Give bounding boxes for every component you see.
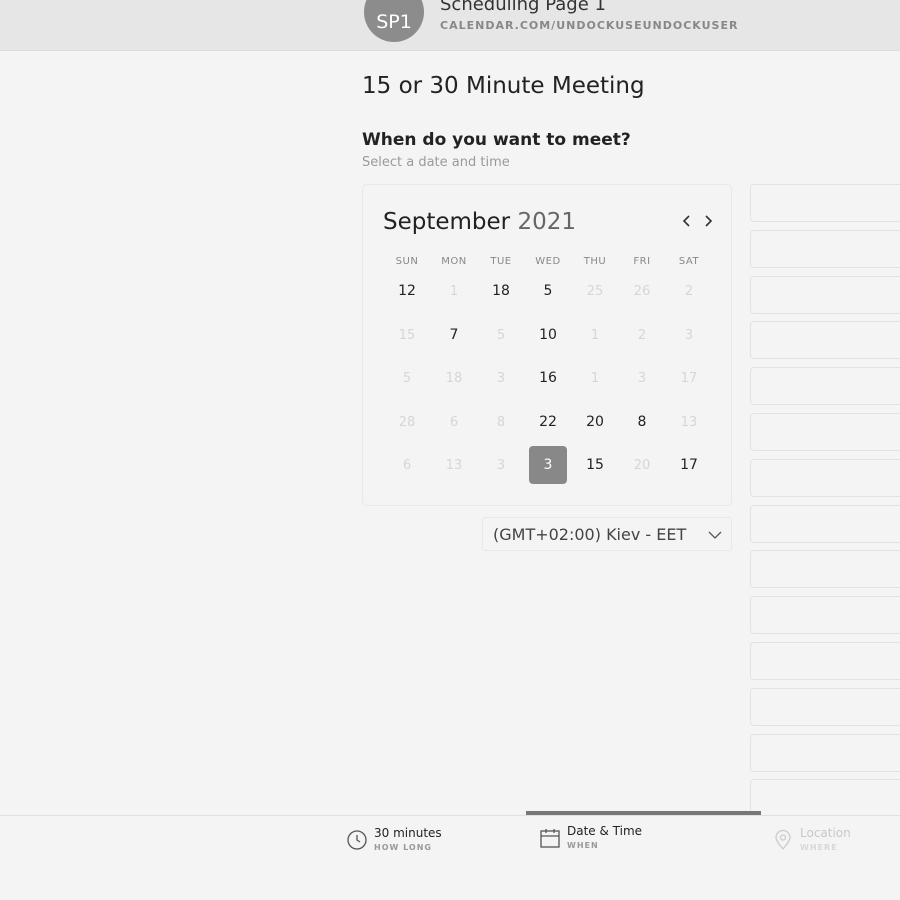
calendar-day: 1 (449, 283, 459, 299)
timezone-value: (GMT+02:00) Kiev - EET (493, 524, 687, 544)
weekday-label: SAT (678, 256, 700, 267)
calendar-day[interactable]: 16 (529, 359, 567, 397)
calendar-month: September (383, 209, 511, 235)
location-pin-icon (775, 829, 791, 851)
time-slot-button[interactable] (750, 642, 900, 680)
time-slot-button[interactable] (750, 687, 900, 726)
step-location-label: Location (800, 826, 851, 840)
question-heading: When do you want to meet? (362, 130, 631, 150)
calendar-day[interactable]: 5 (529, 272, 567, 310)
time-slot-button[interactable] (750, 367, 900, 406)
step-date-time-caption: WHEN (567, 841, 599, 850)
calendar-day[interactable]: 12 (388, 272, 426, 310)
question-subtitle: Select a date and time (362, 155, 510, 170)
calendar-day: 28 (398, 414, 416, 430)
scheduling-page-name: Scheduling Page 1 (440, 0, 606, 15)
clock-icon (347, 830, 367, 850)
step-date-time-label: Date & Time (567, 824, 643, 838)
weekday-label: FRI (633, 256, 651, 267)
time-slot-button[interactable] (750, 229, 900, 268)
time-slot-button[interactable] (750, 413, 900, 451)
active-step-indicator (526, 811, 761, 815)
calendar-day: 8 (496, 414, 506, 430)
calendar-day[interactable]: 22 (529, 403, 567, 441)
calendar-day: 3 (637, 370, 647, 386)
next-month-button[interactable] (700, 211, 716, 231)
calendar-day: 2 (684, 283, 694, 299)
calendar-day: 5 (496, 327, 506, 343)
time-slot-button[interactable] (750, 184, 900, 222)
calendar-day: 20 (633, 457, 651, 473)
calendar-day[interactable]: 15 (576, 446, 614, 484)
prev-month-button[interactable] (679, 211, 695, 231)
avatar: SP1 (364, 0, 424, 42)
calendar-icon (540, 829, 560, 848)
calendar-day: 1 (590, 370, 600, 386)
step-duration-caption: HOW LONG (374, 843, 432, 852)
weekday-label: WED (535, 256, 561, 267)
step-footer (0, 815, 900, 900)
scheduling-page-url[interactable]: CALENDAR.COM/UNDOCKUSEUNDOCKUSER (440, 19, 738, 32)
calendar-day[interactable]: 7 (435, 316, 473, 354)
step-location-caption: WHERE (800, 843, 838, 852)
calendar-day[interactable]: 8 (623, 403, 661, 441)
chevron-down-icon (708, 531, 722, 539)
weekday-label: TUE (490, 256, 512, 267)
timezone-select[interactable]: (GMT+02:00) Kiev - EET (482, 517, 732, 551)
calendar-day-selected[interactable]: 3 (529, 446, 567, 484)
calendar-day[interactable]: 18 (482, 272, 520, 310)
weekday-label: THU (583, 256, 607, 267)
calendar-day: 1 (590, 327, 600, 343)
chevron-right-icon (705, 215, 713, 227)
calendar-day: 17 (680, 370, 698, 386)
calendar-day: 5 (402, 370, 412, 386)
time-slot-button[interactable] (750, 458, 900, 497)
chevron-left-icon (682, 215, 690, 227)
calendar-day: 26 (633, 283, 651, 299)
calendar-day: 18 (445, 370, 463, 386)
time-slot-button[interactable] (750, 550, 900, 589)
calendar-day: 6 (402, 457, 412, 473)
calendar-panel: September 2021 SUN MON TUE WED THU FRI SAT 12 1… (362, 184, 732, 506)
time-slot-button[interactable] (750, 321, 900, 360)
time-slot-button[interactable] (750, 275, 900, 314)
calendar-day: 25 (586, 283, 604, 299)
calendar-month-label: September 2021 (383, 209, 576, 235)
calendar-day: 2 (637, 327, 647, 343)
calendar-day: 3 (496, 370, 506, 386)
calendar-day: 3 (684, 327, 694, 343)
weekday-label: SUN (395, 256, 419, 267)
calendar-year: 2021 (517, 209, 576, 235)
calendar-day[interactable]: 17 (670, 446, 708, 484)
page-header: SP1 Scheduling Page 1 CALENDAR.COM/UNDOC… (0, 0, 900, 51)
calendar-day[interactable]: 20 (576, 403, 614, 441)
time-slot-button[interactable] (750, 504, 900, 543)
step-duration-label: 30 minutes (374, 826, 442, 840)
calendar-day: 13 (445, 457, 463, 473)
time-slot-button[interactable] (750, 779, 900, 818)
time-slot-button[interactable] (750, 733, 900, 772)
calendar-day[interactable]: 10 (529, 316, 567, 354)
calendar-day: 3 (496, 457, 506, 473)
time-slot-button[interactable] (750, 596, 900, 635)
weekday-label: MON (441, 256, 467, 267)
meeting-title: 15 or 30 Minute Meeting (362, 73, 645, 99)
calendar-day: 13 (680, 414, 698, 430)
calendar-day: 6 (449, 414, 459, 430)
calendar-day: 15 (398, 327, 416, 343)
